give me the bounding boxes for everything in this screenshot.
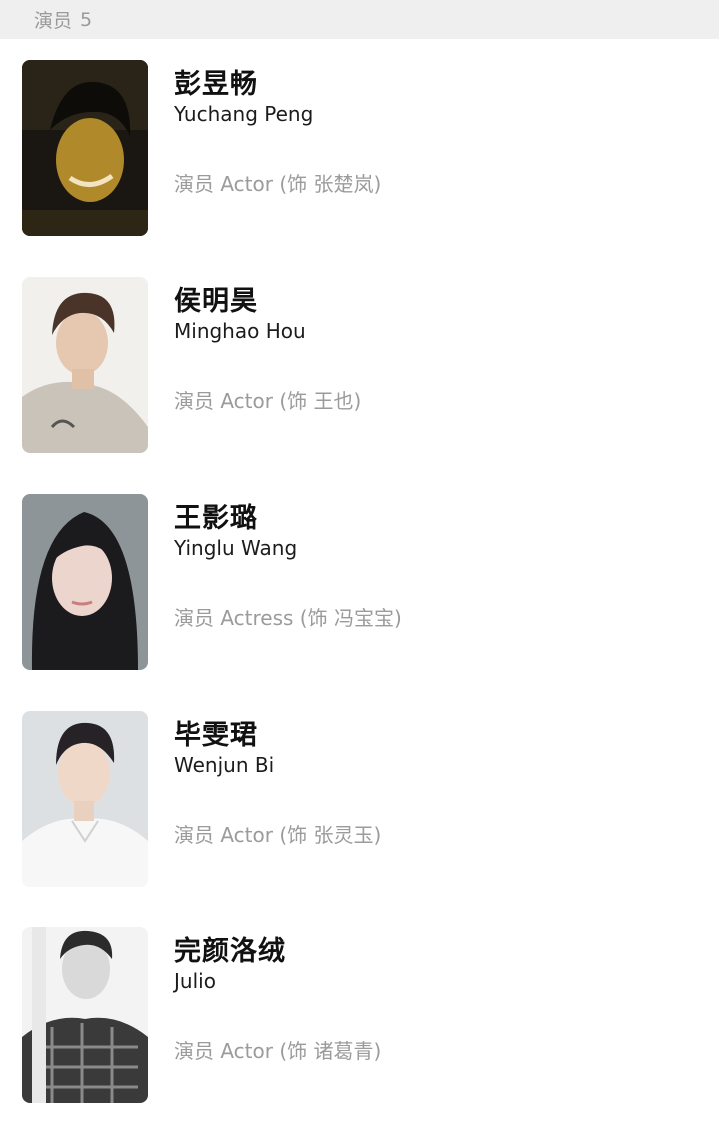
cast-item[interactable]: 毕雯珺 Wenjun Bi 演员 Actor (饰 张灵玉)	[0, 711, 719, 928]
actor-name-en: Minghao Hou	[174, 319, 306, 343]
actor-role: 演员 Actor (饰 王也)	[174, 389, 362, 413]
cast-section-header: 演员 5	[0, 0, 719, 39]
section-title: 演员	[34, 10, 73, 32]
cast-item[interactable]: 彭昱畅 Yuchang Peng 演员 Actor (饰 张楚岚)	[0, 60, 719, 277]
actor-role: 演员 Actor (饰 诸葛青)	[174, 1039, 382, 1063]
actor-name-cn: 侯明昊	[174, 286, 258, 317]
cast-item[interactable]: 侯明昊 Minghao Hou 演员 Actor (饰 王也)	[0, 277, 719, 494]
actor-role: 演员 Actor (饰 张楚岚)	[174, 172, 382, 196]
actor-name-en: Yinglu Wang	[174, 536, 298, 560]
actor-name-cn: 王影璐	[174, 503, 258, 534]
actor-name-en: Wenjun Bi	[174, 753, 275, 777]
actor-name-cn: 彭昱畅	[174, 69, 258, 100]
cast-item[interactable]: 王影璐 Yinglu Wang 演员 Actress (饰 冯宝宝)	[0, 494, 719, 711]
actor-name-en: Yuchang Peng	[174, 102, 314, 126]
cast-item[interactable]: 完颜洛绒 Julio 演员 Actor (饰 诸葛青)	[0, 927, 719, 1144]
actor-photo[interactable]	[22, 277, 148, 453]
actor-photo[interactable]	[22, 711, 148, 887]
actor-name-cn: 毕雯珺	[174, 720, 258, 751]
cast-count: 5	[80, 8, 93, 31]
actor-name-cn: 完颜洛绒	[174, 936, 286, 967]
actor-photo[interactable]	[22, 927, 148, 1103]
actor-photo[interactable]	[22, 60, 148, 236]
actor-role: 演员 Actress (饰 冯宝宝)	[174, 606, 402, 630]
actor-name-en: Julio	[174, 969, 216, 993]
actor-role: 演员 Actor (饰 张灵玉)	[174, 823, 382, 847]
actor-photo[interactable]	[22, 494, 148, 670]
